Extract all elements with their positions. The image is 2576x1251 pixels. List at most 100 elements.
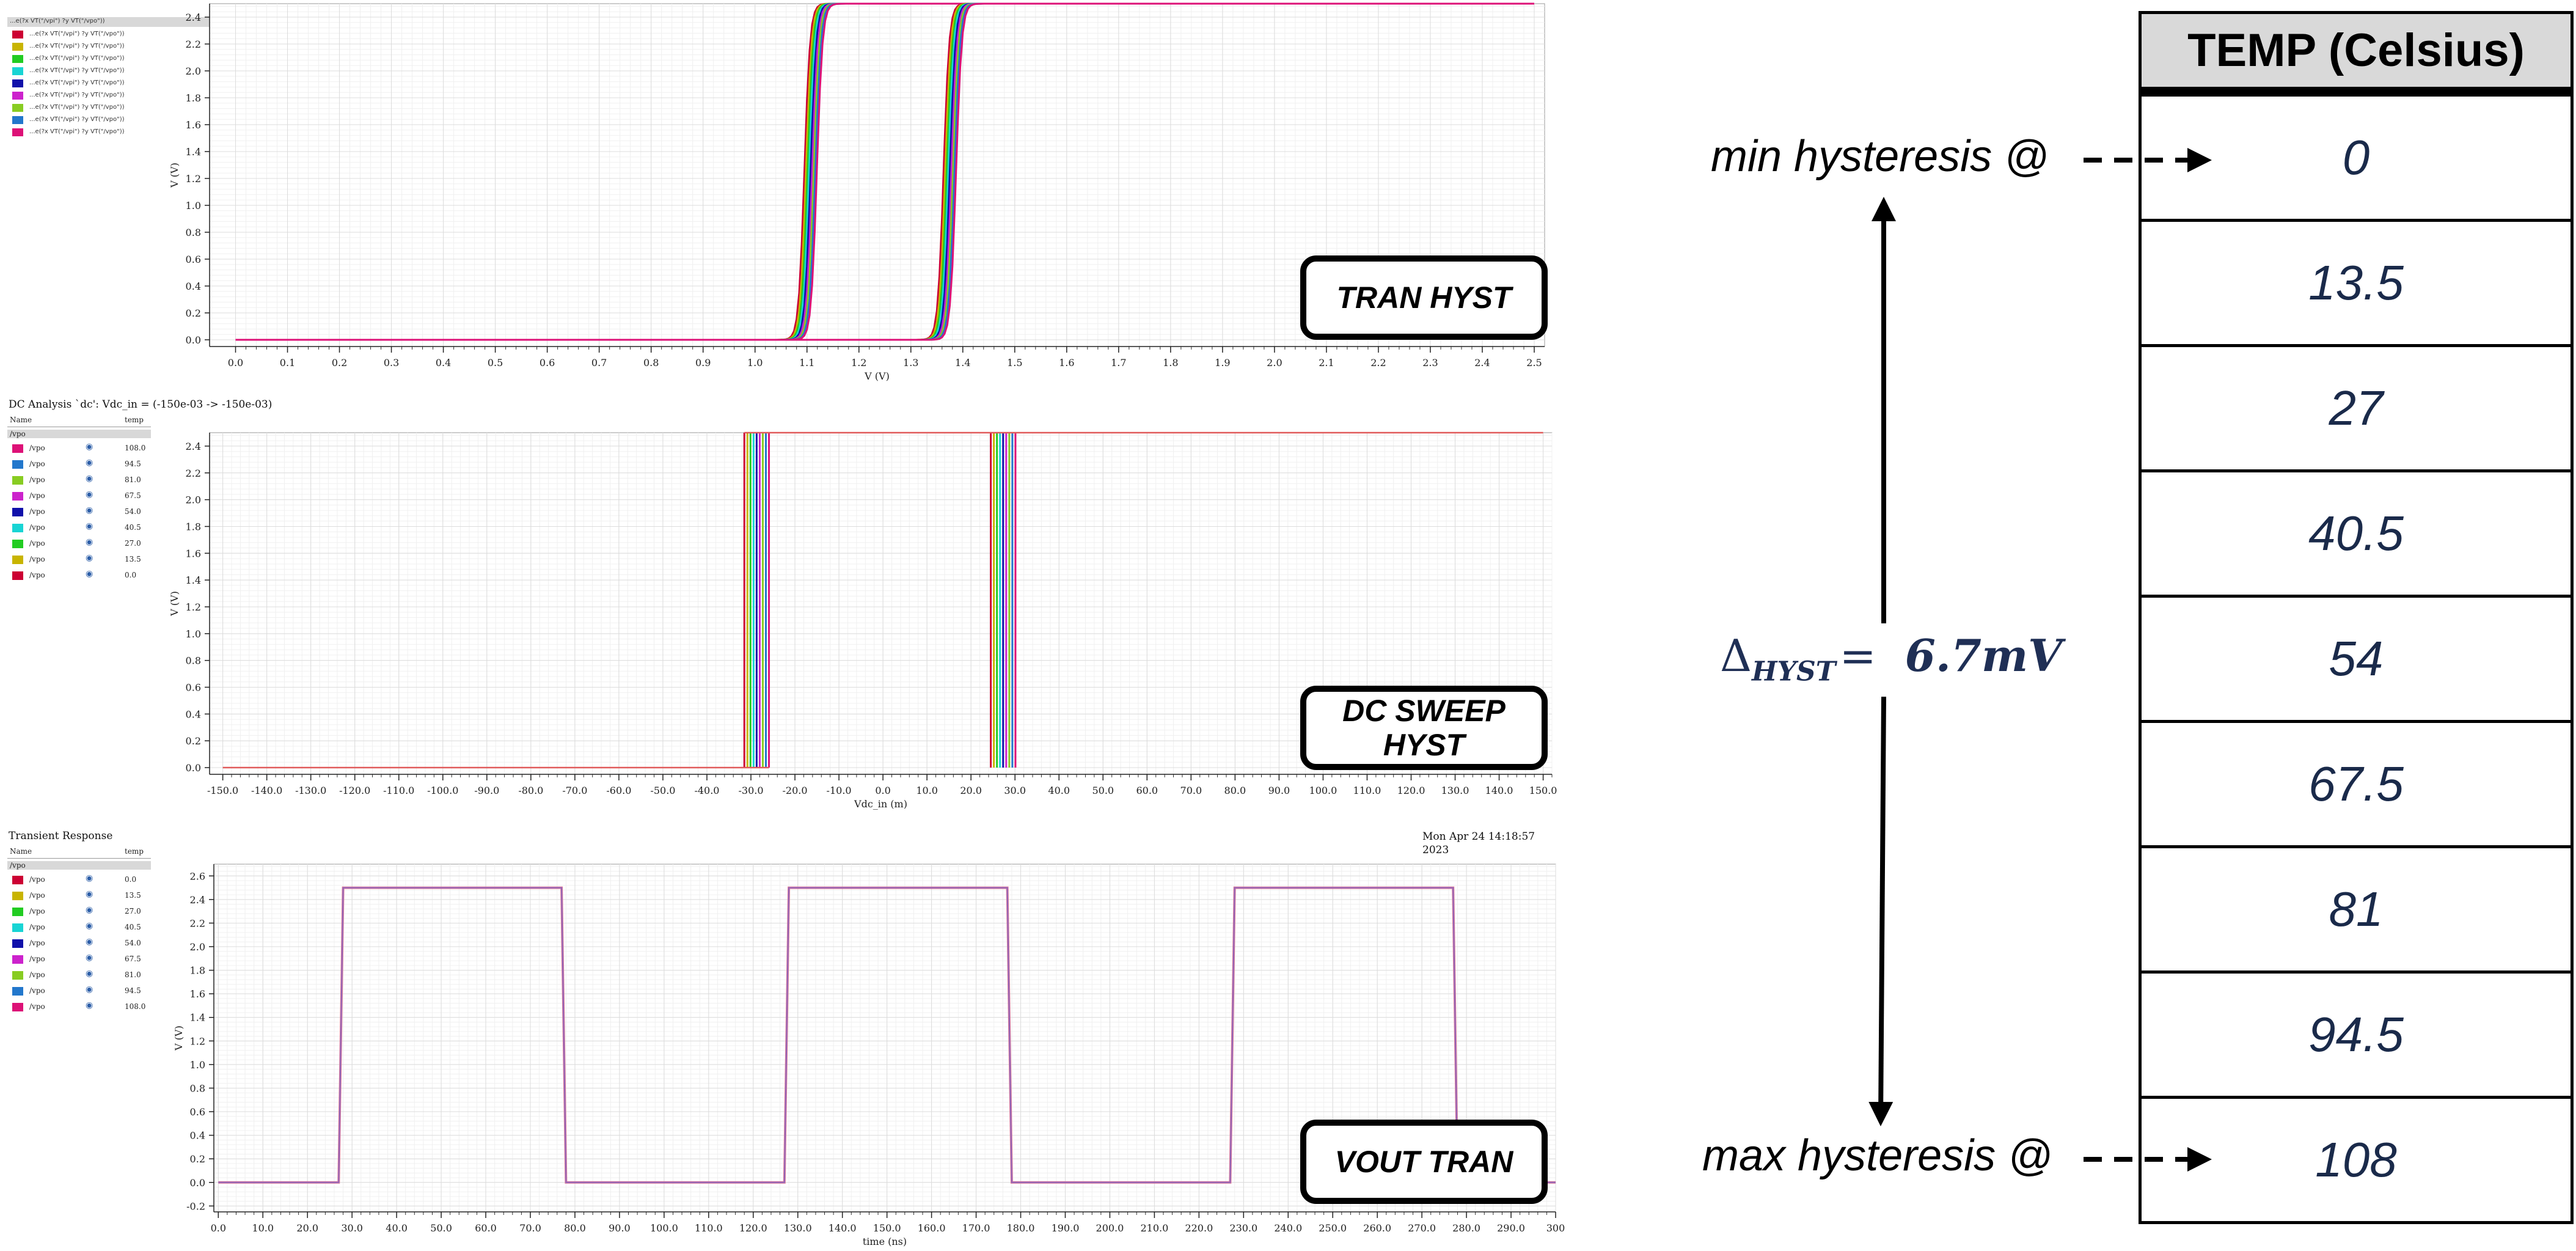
x-tick-label: -130.0: [295, 785, 326, 796]
dc-sweep-plot-panel: DC Analysis `dc': Vdc_in = (-150e-03 -> …: [0, 391, 1564, 819]
vout-tran-label: VOUT TRAN: [1300, 1120, 1548, 1204]
x-tick-label: 140.0: [1485, 785, 1513, 796]
x-tick-label: 210.0: [1140, 1222, 1168, 1234]
x-tick-label: -20.0: [783, 785, 808, 796]
x-tick-label: 0.0: [228, 357, 243, 369]
x-tick-label: 0.7: [591, 357, 607, 369]
y-tick-label: 2.2: [186, 468, 201, 479]
y-tick-label: 1.6: [190, 988, 205, 1000]
x-tick-label: -10.0: [827, 785, 852, 796]
x-tick-label: 1.3: [903, 357, 918, 369]
x-tick-label: -90.0: [474, 785, 499, 796]
x-tick-label: 240.0: [1274, 1222, 1302, 1234]
x-tick-label: 0.6: [540, 357, 555, 369]
x-tick-label: 130.0: [784, 1222, 812, 1234]
x-tick-label: 1.9: [1215, 357, 1230, 369]
x-tick-label: 120.0: [1397, 785, 1425, 796]
y-tick-label: 2.0: [190, 941, 205, 953]
x-axis-label: Vdc_in (m): [854, 798, 907, 810]
dc-sweep-hyst-label: DC SWEEP HYST: [1300, 686, 1548, 770]
y-tick-label: 1.0: [190, 1059, 205, 1071]
vout-tran-label-text: VOUT TRAN: [1334, 1145, 1513, 1179]
x-tick-label: 0.9: [695, 357, 711, 369]
y-tick-label: 1.2: [186, 173, 201, 185]
y-tick-label: 0.4: [186, 708, 201, 720]
x-tick-label: 230.0: [1229, 1222, 1257, 1234]
temp-table: TEMP (Celsius) 0 13.5 27 40.5 54 67.5 81 94.5 10…: [2139, 11, 2574, 1224]
x-tick-label: 190.0: [1052, 1222, 1080, 1234]
x-tick-label: -50.0: [650, 785, 675, 796]
y-tick-label: 2.2: [190, 917, 205, 929]
temp-table-cell: 67.5: [2139, 723, 2574, 848]
y-tick-label: 1.6: [186, 119, 201, 131]
temp-table-body: 0 13.5 27 40.5 54 67.5 81 94.5 108: [2139, 97, 2574, 1224]
y-tick-label: 0.8: [190, 1082, 205, 1094]
x-tick-label: 1.7: [1111, 357, 1126, 369]
x-tick-label: 100.0: [650, 1222, 678, 1234]
x-tick-label: 90.0: [609, 1222, 631, 1234]
y-tick-label: 2.2: [186, 39, 201, 50]
x-tick-label: 60.0: [1136, 785, 1158, 796]
x-tick-label: 80.0: [1224, 785, 1246, 796]
x-tick-label: 1.8: [1163, 357, 1178, 369]
y-tick-label: 2.4: [186, 12, 201, 23]
temp-table-header: TEMP (Celsius): [2139, 11, 2574, 97]
x-tick-label: 1.5: [1007, 357, 1022, 369]
y-tick-label: 1.0: [186, 628, 201, 640]
x-tick-label: 20.0: [296, 1222, 318, 1234]
x-tick-label: 150.0: [1529, 785, 1557, 796]
x-tick-label: 50.0: [430, 1222, 452, 1234]
x-tick-label: 0.5: [488, 357, 503, 369]
x-tick-label: 50.0: [1092, 785, 1114, 796]
x-tick-label: 2.4: [1474, 357, 1490, 369]
x-tick-label: 160.0: [918, 1222, 946, 1234]
x-tick-label: 120.0: [739, 1222, 767, 1234]
x-tick-label: 130.0: [1441, 785, 1469, 796]
y-tick-label: 2.4: [190, 894, 205, 906]
y-tick-label: 0.8: [186, 655, 201, 667]
temp-table-cell: 13.5: [2139, 222, 2574, 347]
y-tick-label: 1.2: [190, 1035, 205, 1047]
x-tick-label: 70.0: [519, 1222, 541, 1234]
y-tick-label: 0.4: [190, 1130, 205, 1142]
y-axis-label: V (V): [169, 163, 180, 188]
x-tick-label: 0.1: [280, 357, 295, 369]
delta-symbol: Δ: [1720, 630, 1752, 681]
y-tick-label: 0.2: [186, 735, 201, 747]
x-tick-label: -80.0: [518, 785, 543, 796]
x-tick-label: 90.0: [1268, 785, 1290, 796]
x-tick-label: 280.0: [1452, 1222, 1480, 1234]
y-tick-label: 1.4: [186, 574, 201, 586]
y-tick-label: 1.8: [190, 965, 205, 977]
x-tick-label: 1.2: [851, 357, 866, 369]
x-tick-label: 220.0: [1185, 1222, 1213, 1234]
temp-table-cell: 81: [2139, 848, 2574, 974]
x-tick-label: 70.0: [1180, 785, 1202, 796]
y-tick-label: 0.2: [186, 307, 201, 319]
y-tick-label: 0.6: [186, 682, 201, 694]
x-tick-label: -60.0: [606, 785, 631, 796]
x-tick-label: 200.0: [1096, 1222, 1124, 1234]
x-tick-label: -100.0: [427, 785, 458, 796]
y-tick-label: 0.0: [186, 762, 201, 774]
x-tick-label: 2.0: [1267, 357, 1282, 369]
tran-hyst-plot-panel: ...e(?x VT("/vpi") ?y VT("/vpo")) ...e(?x…: [0, 0, 1564, 391]
x-tick-label: 180.0: [1007, 1222, 1035, 1234]
x-axis-label: time (ns): [863, 1236, 907, 1247]
y-axis-label: V (V): [169, 591, 180, 617]
x-tick-label: 10.0: [252, 1222, 274, 1234]
y-tick-label: 2.0: [186, 65, 201, 77]
delta-equals: =: [1839, 630, 1876, 681]
temp-table-cell: 27: [2139, 347, 2574, 472]
x-tick-label: 110.0: [1353, 785, 1381, 796]
x-tick-label: 1.6: [1059, 357, 1074, 369]
y-tick-label: 1.4: [190, 1012, 205, 1024]
x-tick-label: 250.0: [1319, 1222, 1347, 1234]
y-tick-label: 1.6: [186, 548, 201, 559]
x-tick-label: 2.2: [1370, 357, 1386, 369]
x-tick-label: 0.8: [643, 357, 659, 369]
y-tick-label: 2.4: [186, 441, 201, 452]
x-tick-label: 80.0: [564, 1222, 586, 1234]
y-tick-label: 1.8: [186, 92, 201, 104]
temp-table-cell: 40.5: [2139, 472, 2574, 598]
